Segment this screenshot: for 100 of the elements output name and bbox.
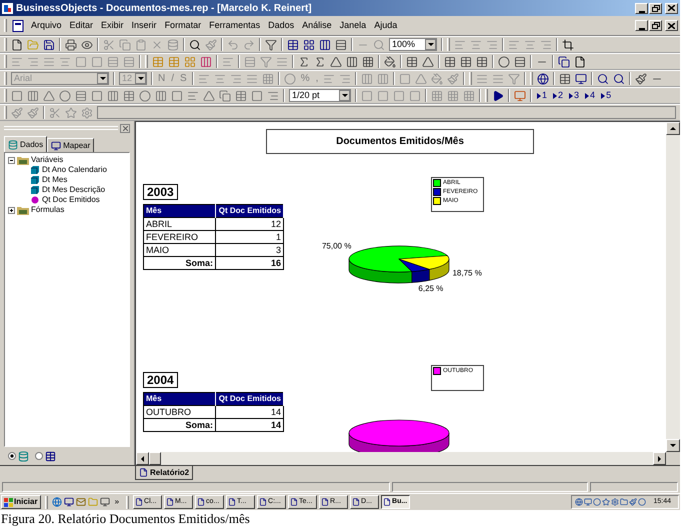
align-left-icon[interactable] — [198, 72, 210, 84]
tree-item[interactable]: Variáveis — [31, 155, 64, 165]
fill-icon[interactable] — [431, 72, 444, 84]
restore-button[interactable] — [649, 2, 662, 14]
toolbar-grip[interactable] — [4, 89, 7, 102]
monitor-icon[interactable] — [575, 72, 588, 84]
database-icon[interactable] — [167, 38, 179, 50]
justify-icon[interactable] — [246, 72, 258, 84]
table-icon[interactable] — [444, 56, 456, 68]
toolbar-grip[interactable] — [4, 38, 7, 51]
star-icon[interactable] — [65, 106, 77, 118]
tree-item[interactable]: Dt Ano Calendario — [42, 165, 107, 175]
sort-icon[interactable] — [476, 72, 488, 84]
crop-icon[interactable] — [562, 38, 574, 50]
menu-item[interactable]: Inserir — [128, 18, 161, 32]
vertical-scrollbar[interactable] — [666, 122, 680, 452]
sort-icon[interactable] — [276, 56, 288, 68]
sum-icon[interactable] — [314, 56, 326, 68]
undo-icon[interactable] — [227, 38, 239, 50]
tray-icon[interactable] — [638, 498, 646, 506]
copy-icon[interactable] — [558, 56, 570, 68]
play-icon[interactable] — [492, 90, 504, 102]
table-icon[interactable] — [406, 56, 418, 68]
document-icon[interactable] — [12, 20, 24, 32]
tray-icon[interactable] — [629, 498, 638, 506]
tray-icon[interactable] — [584, 498, 592, 506]
menu-item[interactable]: Dados — [264, 18, 298, 32]
monitor-icon[interactable] — [64, 497, 74, 507]
page-icon[interactable] — [574, 56, 586, 68]
monitor-icon[interactable] — [100, 497, 110, 507]
radio-button[interactable] — [35, 452, 43, 460]
lines-icon[interactable] — [59, 56, 71, 68]
table-icon[interactable] — [460, 56, 472, 68]
columns-icon[interactable] — [319, 38, 331, 50]
tray-icon[interactable] — [593, 498, 602, 506]
tree-item[interactable]: Dt Mes — [42, 175, 68, 185]
toolbar-grip[interactable] — [126, 496, 130, 508]
more-button[interactable]: » — [112, 496, 122, 508]
mail-icon[interactable] — [76, 497, 86, 507]
page-button[interactable]: 2 — [553, 88, 564, 102]
align-left-icon[interactable] — [508, 38, 520, 50]
square-icon[interactable] — [75, 56, 87, 68]
menu-item[interactable]: Formatar — [160, 18, 206, 32]
columns-icon[interactable] — [346, 56, 358, 68]
bucket-icon[interactable] — [384, 56, 396, 68]
globe-icon[interactable] — [537, 72, 550, 84]
align-center-icon[interactable] — [524, 38, 536, 50]
sort-icon[interactable] — [492, 72, 504, 84]
align-right-icon[interactable] — [230, 72, 242, 84]
toolbar-grip[interactable] — [4, 19, 7, 32]
menu-item[interactable]: Janela — [336, 18, 370, 32]
clipboard-icon[interactable] — [135, 38, 147, 50]
toolbar-grip[interactable] — [4, 106, 7, 119]
toolbar-grip[interactable] — [530, 72, 534, 85]
grid-icon[interactable] — [362, 56, 374, 68]
minimize-button[interactable] — [635, 2, 648, 14]
new-file-icon[interactable] — [11, 38, 23, 50]
page-button[interactable]: 5 — [601, 88, 612, 102]
scissors-icon[interactable] — [103, 38, 115, 50]
menu-item[interactable]: Arquivo — [27, 18, 66, 32]
align-center-icon[interactable] — [214, 72, 226, 84]
tree-item[interactable]: Dt Mes Descrição — [42, 185, 106, 195]
scroll-thumb[interactable] — [149, 452, 161, 465]
tray-icon[interactable] — [575, 498, 584, 506]
line-width-select[interactable]: 1/20 pt — [289, 89, 351, 102]
minimize-button[interactable] — [635, 20, 648, 31]
restore-button[interactable] — [649, 20, 662, 31]
search-icon[interactable] — [613, 72, 626, 84]
redo-icon[interactable] — [243, 38, 255, 50]
tree-item[interactable]: Fórmulas — [31, 205, 64, 215]
settings-icon[interactable] — [81, 106, 93, 118]
report-tab[interactable]: Relatório2 — [135, 466, 194, 480]
toolbar-grip[interactable] — [447, 38, 450, 51]
zoom-select[interactable]: 100% — [389, 38, 437, 51]
panel-tab[interactable]: Dados — [4, 136, 48, 152]
table-icon[interactable] — [559, 72, 572, 84]
circle-icon[interactable] — [498, 56, 510, 68]
tray-icon[interactable] — [620, 498, 628, 506]
page-button[interactable]: 3 — [569, 88, 580, 102]
table-icon[interactable] — [287, 38, 299, 50]
align-right-icon[interactable] — [540, 38, 552, 50]
menu-item[interactable]: Exibir — [97, 18, 128, 32]
menu-item[interactable]: Análise — [298, 18, 336, 32]
toolbar-grip[interactable] — [485, 89, 488, 102]
search-icon[interactable] — [189, 38, 201, 50]
table-icon[interactable] — [476, 56, 488, 68]
save-icon[interactable] — [43, 38, 55, 50]
expand-icon[interactable] — [8, 206, 15, 214]
toolbar-grip[interactable] — [44, 496, 48, 508]
horizontal-scrollbar[interactable] — [136, 452, 666, 465]
toolbar-grip[interactable] — [4, 72, 7, 85]
tray-icon[interactable] — [602, 498, 610, 506]
tray-icon[interactable] — [611, 498, 620, 506]
rows-icon[interactable] — [335, 38, 347, 50]
zoom-icon[interactable] — [373, 38, 385, 50]
folder-icon[interactable] — [27, 38, 39, 50]
toolbar-grip[interactable] — [145, 55, 148, 68]
collapse-icon[interactable] — [8, 156, 15, 164]
list-icon[interactable] — [514, 56, 526, 68]
formula-field[interactable] — [97, 106, 676, 119]
